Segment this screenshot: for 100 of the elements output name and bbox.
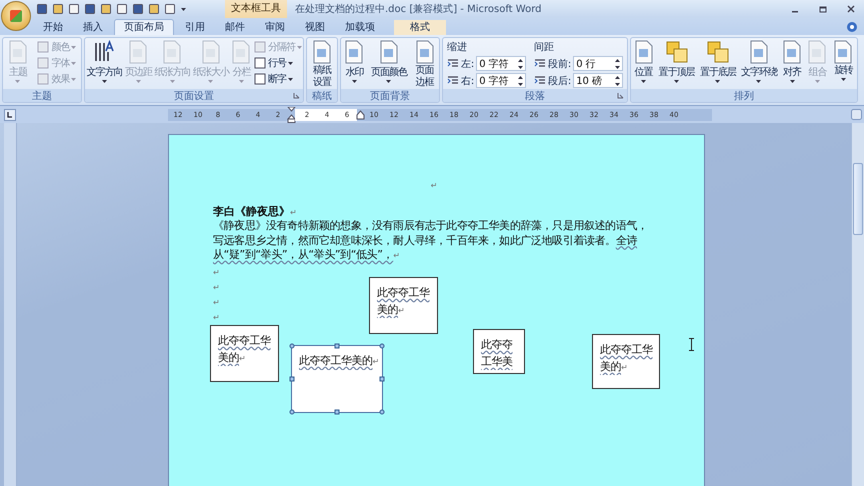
caret-icon bbox=[238, 80, 244, 83]
ribbon-button[interactable]: 旋转 bbox=[832, 40, 854, 81]
small-page-icon bbox=[37, 41, 50, 53]
toolbar-icon[interactable] bbox=[164, 3, 176, 15]
caret-icon bbox=[386, 80, 392, 83]
text-box[interactable]: 此夺夺工华美的↵ bbox=[592, 334, 660, 389]
page-icon bbox=[231, 40, 252, 64]
customize-caret-icon[interactable] bbox=[180, 5, 187, 13]
ribbon-button[interactable]: 文字环绕 bbox=[740, 40, 777, 83]
ribbon-button[interactable]: 水印 bbox=[344, 40, 364, 83]
spin-arrows-icon[interactable] bbox=[518, 76, 524, 86]
page-icon bbox=[634, 40, 654, 64]
toolbar-icon[interactable] bbox=[84, 3, 96, 15]
group-label: 排列 bbox=[734, 90, 754, 102]
caret-icon bbox=[71, 46, 76, 48]
group-label: 页面背景 bbox=[370, 90, 410, 102]
resize-handle[interactable] bbox=[290, 344, 294, 348]
tab-selector-icon[interactable] bbox=[4, 108, 16, 120]
section-label: 缩进 bbox=[446, 40, 468, 54]
vertical-scrollbar[interactable] bbox=[851, 123, 864, 486]
text-cursor-icon bbox=[688, 338, 695, 351]
caret-icon bbox=[641, 80, 646, 83]
caret-icon bbox=[170, 80, 175, 83]
ribbon-button[interactable]: 对齐 bbox=[782, 40, 802, 83]
indent-marker-icon[interactable] bbox=[287, 106, 296, 122]
ribbon-tab[interactable]: 引用 bbox=[176, 20, 214, 35]
spin-field[interactable]: 0 字符 bbox=[476, 56, 526, 71]
spin-arrows-icon[interactable] bbox=[615, 58, 620, 68]
page-icon bbox=[378, 40, 399, 64]
page-icon bbox=[312, 40, 332, 64]
ribbon-tab[interactable]: 页面布局 bbox=[114, 19, 174, 35]
page-icon bbox=[128, 40, 148, 64]
ribbon-button[interactable]: 行号 bbox=[254, 56, 302, 70]
dialog-launcher-icon[interactable] bbox=[617, 92, 624, 99]
section-label: 间距 bbox=[534, 41, 555, 54]
toolbar-icon[interactable] bbox=[116, 3, 128, 15]
toolbar-icon[interactable] bbox=[36, 3, 48, 15]
caret-icon bbox=[790, 80, 795, 83]
text-box[interactable]: 此夺夺工华美的↵ bbox=[210, 325, 279, 382]
text-box[interactable]: 此夺夺工华美的↵ bbox=[291, 345, 383, 413]
page-icon bbox=[782, 40, 802, 64]
resize-handle[interactable] bbox=[334, 410, 340, 414]
resize-handle[interactable] bbox=[290, 410, 294, 414]
help-icon[interactable] bbox=[846, 20, 858, 32]
resize-handle[interactable] bbox=[380, 376, 384, 382]
caret-icon bbox=[288, 62, 293, 64]
ribbon-tab[interactable]: 视图 bbox=[296, 20, 334, 35]
resize-handle[interactable] bbox=[290, 376, 294, 382]
paragraph-mark: ↵ bbox=[213, 298, 220, 306]
toolbar-icon[interactable] bbox=[68, 3, 80, 15]
spacing-icon bbox=[446, 75, 459, 86]
office-button[interactable] bbox=[1, 1, 31, 31]
caret-icon bbox=[756, 80, 762, 83]
ribbon-tab[interactable]: 邮件 bbox=[216, 20, 254, 35]
toolbar-icon[interactable] bbox=[100, 3, 112, 15]
caret-icon bbox=[288, 78, 293, 80]
ribbon-button[interactable]: 位置 bbox=[634, 40, 654, 83]
ribbon-button[interactable]: 置于底层 bbox=[700, 40, 736, 83]
spin-field[interactable]: 0 行 bbox=[573, 56, 624, 71]
toolbar-icon[interactable] bbox=[148, 3, 160, 15]
scroll-thumb[interactable] bbox=[853, 163, 863, 235]
spacing-icon bbox=[534, 58, 546, 69]
ribbon-button[interactable]: 置于顶层 bbox=[658, 40, 695, 83]
spin-field[interactable]: 10 磅 bbox=[573, 73, 624, 88]
paragraph-mark: ↵ bbox=[290, 208, 297, 217]
ribbon-tab[interactable]: 开始 bbox=[34, 20, 72, 35]
caret-icon bbox=[352, 80, 357, 83]
caret-icon bbox=[71, 62, 76, 64]
toolbar-icon[interactable] bbox=[52, 3, 64, 15]
ribbon-tab[interactable]: 审阅 bbox=[256, 20, 294, 35]
close-icon[interactable] bbox=[846, 4, 856, 14]
group-label: 主题 bbox=[32, 90, 52, 102]
page-icon bbox=[344, 40, 364, 64]
caret-icon bbox=[715, 80, 720, 83]
dialog-launcher-icon[interactable] bbox=[293, 92, 300, 99]
ribbon-button[interactable]: 断字 bbox=[254, 72, 302, 86]
field-label: 段前: bbox=[548, 58, 572, 70]
toolbar-icon[interactable] bbox=[132, 3, 144, 15]
page-icon bbox=[200, 40, 221, 64]
resize-handle[interactable] bbox=[334, 344, 340, 348]
ribbon-tab[interactable]: 加载项 bbox=[336, 20, 384, 35]
group-label: 稿纸 bbox=[312, 90, 332, 102]
spin-arrows-icon[interactable] bbox=[518, 58, 524, 68]
caret-icon bbox=[136, 80, 141, 83]
ribbon-button[interactable]: 稿纸设置 bbox=[311, 40, 333, 89]
ribbon-button[interactable]: 页面边框 bbox=[414, 40, 436, 89]
text-box[interactable]: 此夺夺工华美 bbox=[473, 329, 525, 374]
restore-icon[interactable] bbox=[818, 4, 828, 14]
ribbon-button[interactable]: 文字方向 bbox=[86, 40, 122, 83]
resize-handle[interactable] bbox=[380, 344, 384, 348]
paragraph-mark: ↵ bbox=[213, 268, 220, 276]
spin-field[interactable]: 0 字符 bbox=[476, 73, 526, 88]
ribbon-tab[interactable]: 格式 bbox=[394, 20, 446, 35]
caret-icon bbox=[15, 80, 20, 83]
ribbon-button[interactable]: 页面颜色 bbox=[370, 40, 407, 83]
resize-handle[interactable] bbox=[380, 410, 384, 414]
page-icon bbox=[807, 40, 828, 64]
ribbon-tab[interactable]: 插入 bbox=[74, 20, 112, 35]
text-box[interactable]: 此夺夺工华美的↵ bbox=[369, 277, 438, 334]
spin-arrows-icon[interactable] bbox=[615, 76, 620, 86]
